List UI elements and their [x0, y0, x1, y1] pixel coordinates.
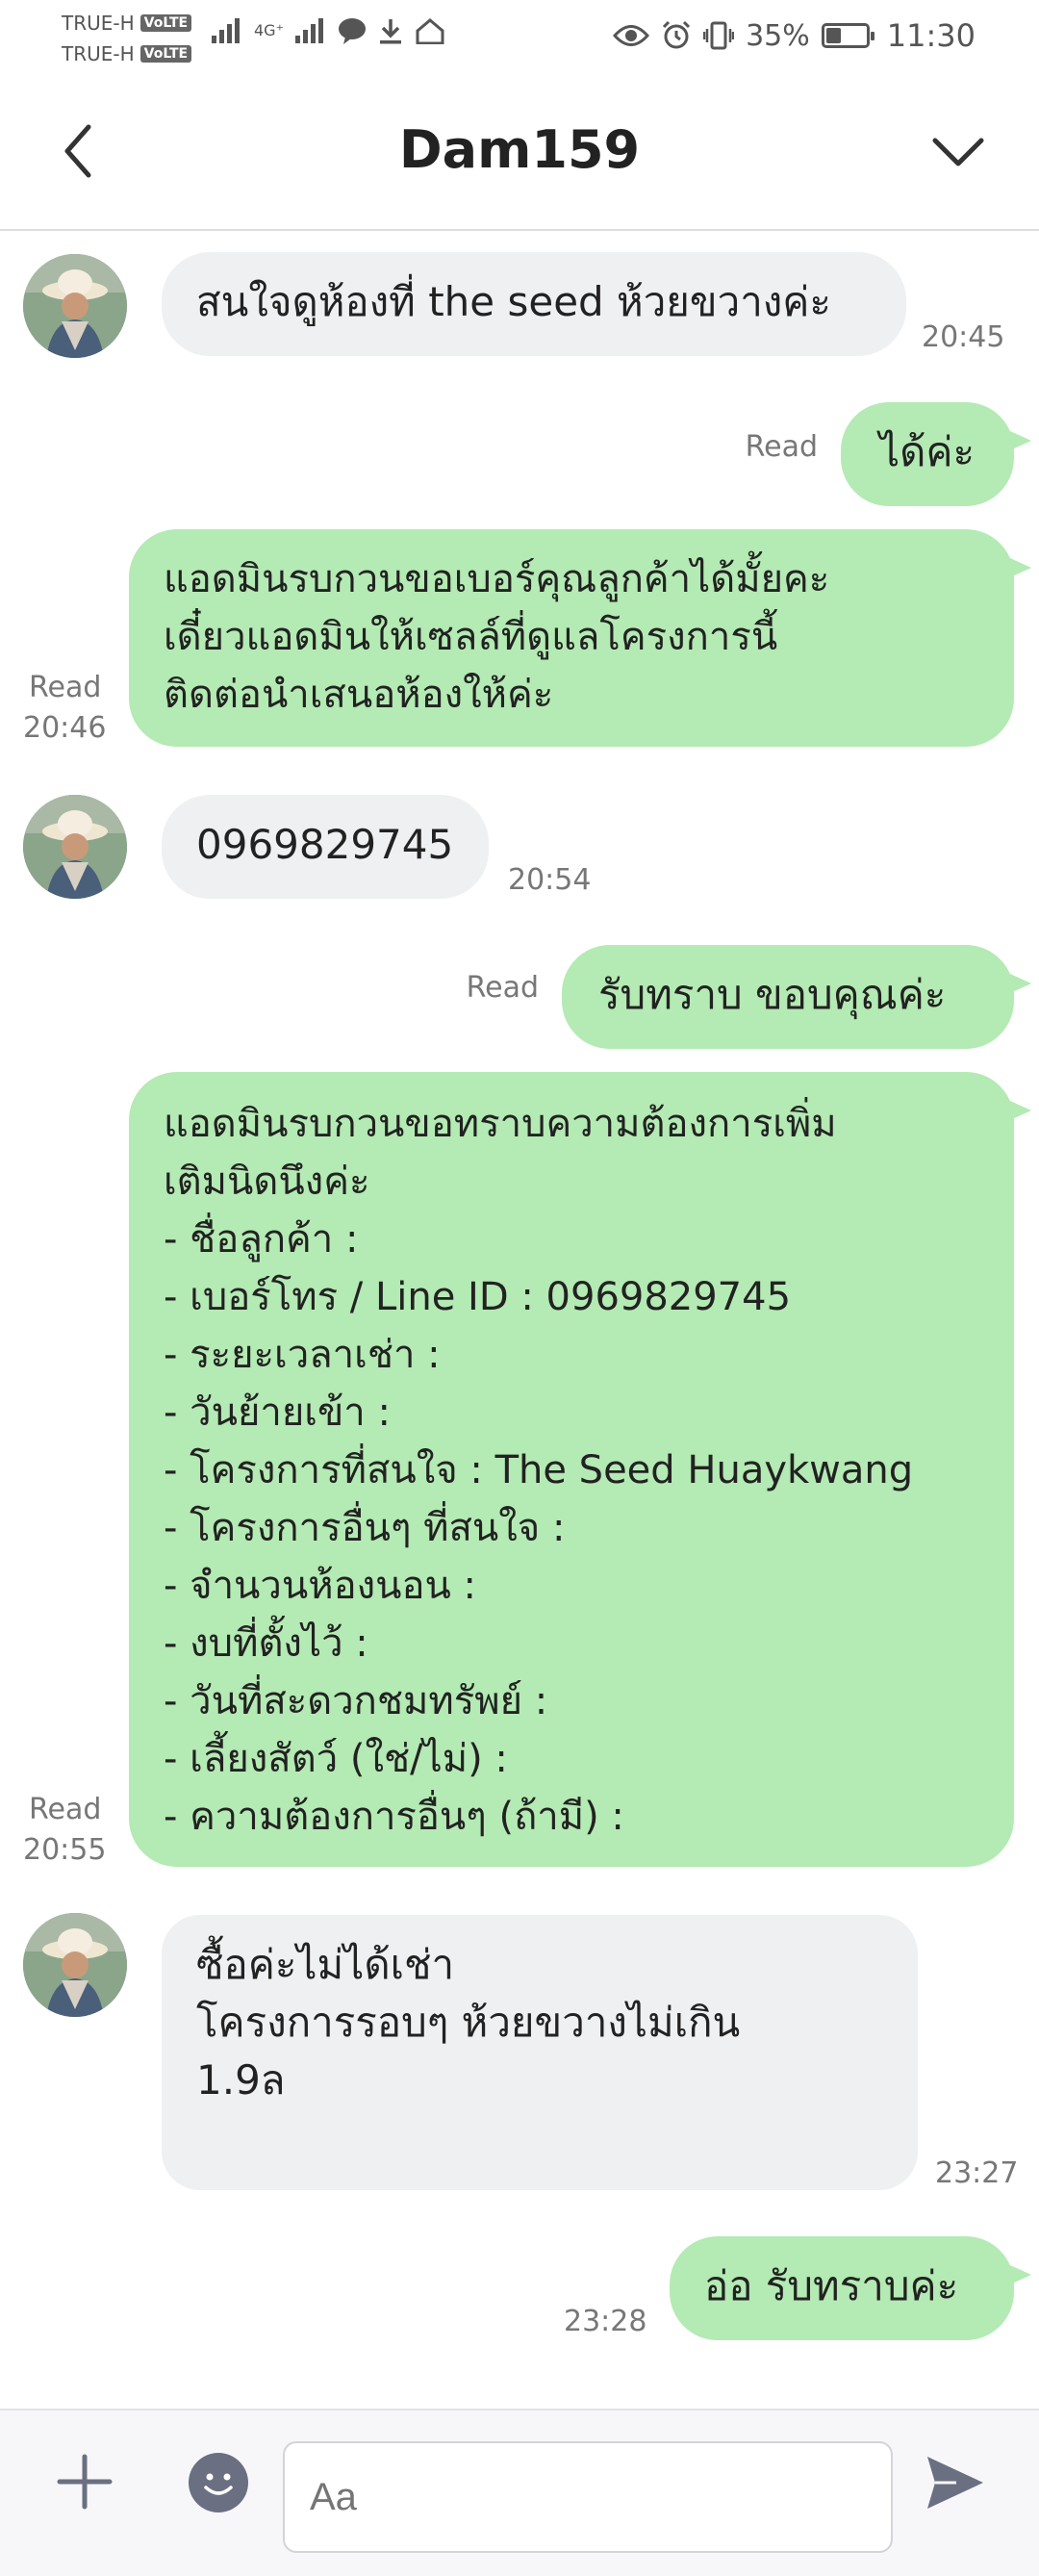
avatar[interactable] — [23, 795, 127, 899]
carrier-2: TRUE-H — [62, 42, 135, 65]
vibrate-icon — [703, 21, 735, 50]
battery-fill — [825, 28, 842, 43]
signal-icon — [212, 18, 240, 43]
status-icons-left: 4G⁺ — [212, 17, 445, 44]
bubble-tail — [1010, 558, 1031, 577]
message-text: ได้ค่ะ — [879, 428, 976, 475]
carrier-info: TRUE-H VoLTE TRUE-H VoLTE — [62, 8, 192, 69]
message-bubble-outgoing[interactable]: แอดมินรบกวนขอเบอร์คุณลูกค้าได้มั้ยคะ เดี… — [129, 529, 1014, 747]
message-text: 0969829745 — [196, 821, 454, 868]
bubble-tail — [1010, 1101, 1031, 1120]
network-type: 4G⁺ — [254, 21, 285, 39]
bubble-tail — [1010, 2265, 1031, 2284]
chat-header: Dam159 — [0, 79, 1039, 231]
message-bubble-outgoing[interactable]: รับทราบ ขอบคุณค่ะ — [562, 945, 1014, 1049]
volte-badge: VoLTE — [139, 45, 192, 63]
avatar-image — [23, 1913, 127, 2017]
read-receipt: Read — [29, 671, 102, 704]
bubble-tail — [1010, 974, 1031, 993]
bubble-tail — [1010, 431, 1031, 450]
message-bubble-outgoing[interactable]: อ่อ รับทราบค่ะ — [670, 2236, 1014, 2340]
message-input-bar — [0, 2409, 1039, 2576]
emoji-face — [204, 2473, 233, 2495]
message-text: แอดมินรบกวนขอเบอร์คุณลูกค้าได้มั้ยคะ เดี… — [164, 557, 830, 717]
message-bubble-incoming[interactable]: สนใจดูห้องที่ the seed ห้วยขวางค่ะ — [162, 252, 906, 356]
battery-icon — [821, 23, 874, 48]
alarm-icon — [663, 20, 691, 49]
send-icon[interactable] — [924, 2453, 987, 2512]
emoji-icon[interactable] — [189, 2453, 248, 2512]
home-icon — [416, 18, 444, 44]
eye-icon — [613, 25, 650, 46]
avatar-image — [23, 254, 127, 358]
message-text: รับทราบ ขอบคุณค่ะ — [598, 971, 947, 1018]
volte-badge: VoLTE — [139, 14, 192, 32]
message-bubble-incoming[interactable]: ซื้อค่ะไม่ได้เช่า โครงการรอบๆ ห้วยขวางไม… — [162, 1915, 918, 2190]
message-time: 20:45 — [922, 320, 1005, 354]
message-text: ซื้อค่ะไม่ได้เช่า โครงการรอบๆ ห้วยขวางไม… — [196, 1941, 741, 2104]
message-bubble-outgoing[interactable]: แอดมินรบกวนขอทราบความต้องการเพิ่ม เติมนิ… — [129, 1072, 1014, 1867]
message-text: แอดมินรบกวนขอทราบความต้องการเพิ่ม เติมนิ… — [164, 1102, 914, 1839]
status-icons-right: 35% 11:30 — [613, 17, 976, 54]
status-bar: TRUE-H VoLTE TRUE-H VoLTE 4G⁺ 35% 11:30 — [0, 0, 1039, 69]
signal-icon — [295, 18, 324, 43]
read-receipt: Read — [745, 430, 818, 464]
message-time: 20:46 — [23, 711, 107, 745]
read-receipt: Read — [466, 971, 539, 1005]
message-input[interactable] — [283, 2441, 893, 2553]
avatar[interactable] — [23, 1913, 127, 2017]
clock: 11:30 — [886, 17, 976, 54]
chat-title: Dam159 — [398, 119, 641, 180]
line-app-icon — [339, 18, 367, 44]
plus-icon[interactable] — [56, 2453, 114, 2511]
avatar[interactable] — [23, 254, 127, 358]
carrier-1: TRUE-H — [62, 12, 135, 35]
download-icon — [380, 19, 402, 44]
battery-percent: 35% — [746, 18, 810, 53]
avatar-image — [23, 795, 127, 899]
message-time: 20:54 — [508, 863, 592, 897]
message-time: 23:28 — [564, 2305, 647, 2338]
message-text: อ่อ รับทราบค่ะ — [704, 2262, 959, 2309]
read-receipt: Read — [29, 1793, 102, 1826]
chevron-down-icon[interactable] — [929, 127, 987, 175]
message-text: สนใจดูห้องที่ the seed ห้วยขวางค่ะ — [196, 278, 831, 325]
message-bubble-incoming[interactable]: 0969829745 — [162, 795, 489, 899]
message-bubble-outgoing[interactable]: ได้ค่ะ — [841, 402, 1014, 506]
message-time: 23:27 — [935, 2156, 1019, 2190]
message-time: 20:55 — [23, 1833, 107, 1867]
